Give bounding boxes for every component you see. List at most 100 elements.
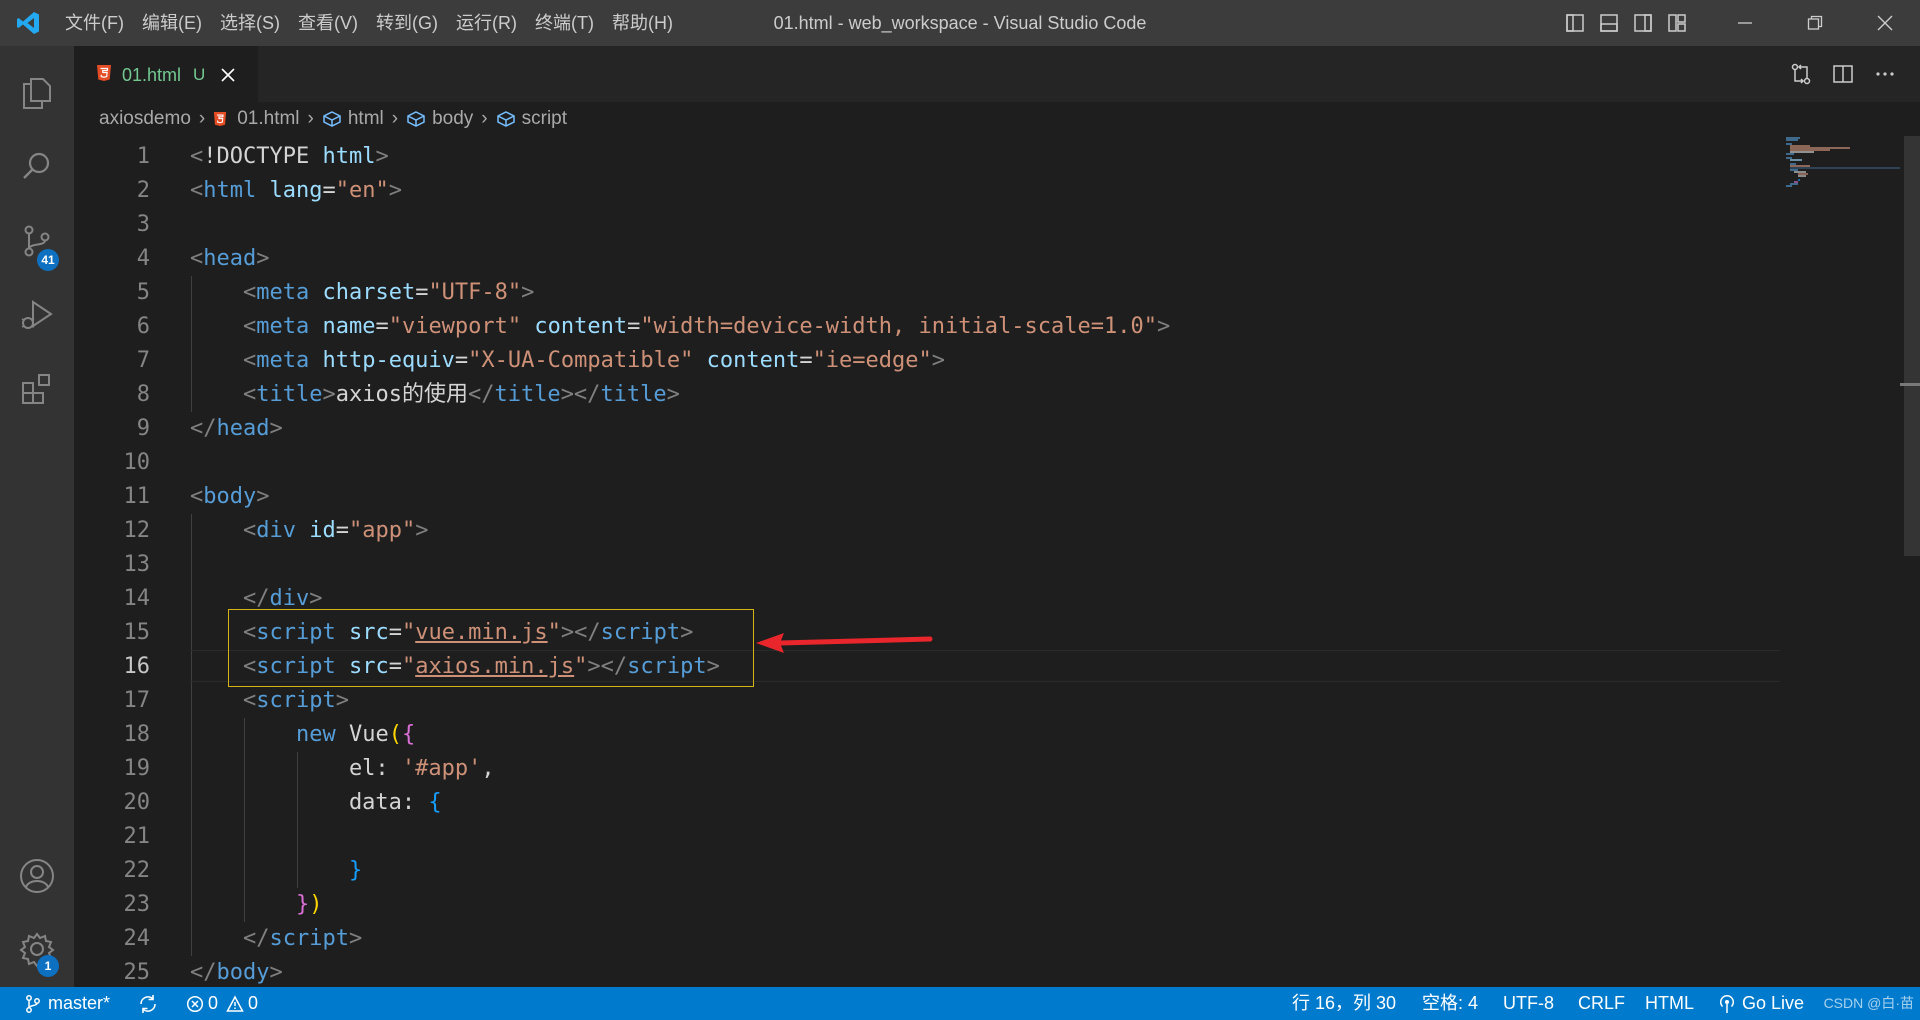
tab-label: 01.html: [122, 64, 182, 85]
status-problems[interactable]: 0 0: [186, 987, 258, 1020]
code-token: content: [706, 348, 800, 373]
go-live-label: Go Live: [1742, 993, 1805, 1013]
activity-search[interactable]: [0, 130, 74, 204]
code-text: }): [190, 888, 323, 922]
code-line[interactable]: 8 <title>axios的使用</title></title>: [74, 378, 1774, 412]
code-token: axios的使用: [335, 382, 468, 407]
code-line[interactable]: 23 }): [74, 888, 1774, 922]
code-text: <div id="app">: [190, 514, 428, 548]
line-number: 6: [136, 314, 150, 339]
code-token: >: [415, 518, 429, 543]
code-text: <meta name="viewport" content="width=dev…: [190, 310, 1170, 344]
code-line[interactable]: 13: [74, 548, 1774, 582]
toggle-primary-sidebar-button[interactable]: [1558, 0, 1592, 46]
code-editor[interactable]: 1 <!DOCTYPE html> 2 <html lang="en"> 3 4 <head…: [74, 136, 1920, 987]
toggle-secondary-sidebar-button[interactable]: [1626, 0, 1660, 46]
chevron-right-icon: ›: [307, 108, 314, 129]
status-eol[interactable]: CRLF: [1578, 987, 1625, 1020]
breadcrumb-symbol-body[interactable]: body: [406, 108, 473, 130]
activity-accounts[interactable]: [0, 839, 74, 913]
code-line[interactable]: 5 <meta charset="UTF-8">: [74, 276, 1774, 310]
activity-extensions[interactable]: [0, 352, 74, 426]
line-number: 4: [136, 246, 150, 271]
customize-layout-button[interactable]: [1660, 0, 1694, 46]
code-line[interactable]: 22 }: [74, 854, 1774, 888]
status-indentation[interactable]: 空格: 4: [1422, 987, 1478, 1020]
breadcrumb-file-label: 01.html: [237, 108, 300, 129]
code-line[interactable]: 19 el: '#app',: [74, 752, 1774, 786]
line-number: 13: [123, 552, 151, 577]
status-language[interactable]: HTML: [1645, 987, 1694, 1020]
annotation-highlight-box: [228, 609, 754, 687]
split-editor-button[interactable]: [1822, 46, 1864, 102]
menu-go[interactable]: 转到(G): [367, 0, 447, 46]
code-text: }: [190, 854, 362, 888]
code-line[interactable]: 20 data: {: [74, 786, 1774, 820]
minimap[interactable]: [1780, 136, 1900, 987]
status-branch[interactable]: master*: [24, 987, 110, 1020]
activity-explorer[interactable]: [0, 56, 74, 130]
activity-source-control[interactable]: 41: [0, 204, 74, 278]
status-cursor-position[interactable]: 行 16，列 30: [1292, 987, 1396, 1020]
code-line[interactable]: 1 <!DOCTYPE html>: [74, 140, 1774, 174]
menu-run[interactable]: 运行(R): [447, 0, 526, 46]
code-line[interactable]: 10: [74, 446, 1774, 480]
code-line[interactable]: 12 <div id="app">: [74, 514, 1774, 548]
status-sync[interactable]: [138, 987, 158, 1020]
breadcrumb-symbol-html[interactable]: html: [322, 108, 384, 130]
code-line[interactable]: 9 </head>: [74, 412, 1774, 446]
title-controls: [1558, 0, 1920, 46]
code-line[interactable]: 18 new Vue({: [74, 718, 1774, 752]
activity-manage[interactable]: 1: [0, 912, 74, 986]
breadcrumb-folder[interactable]: axiosdemo: [99, 108, 191, 130]
status-encoding[interactable]: UTF-8: [1503, 987, 1554, 1020]
minimize-button[interactable]: [1710, 0, 1780, 46]
code-line[interactable]: 24 </script>: [74, 922, 1774, 956]
code-text: <meta charset="UTF-8">: [190, 276, 534, 310]
code-line[interactable]: 11 <body>: [74, 480, 1774, 514]
code-token: >: [309, 586, 323, 611]
toggle-panel-button[interactable]: [1592, 0, 1626, 46]
warning-icon: [226, 994, 244, 1012]
code-token: meta: [256, 314, 323, 339]
code-line[interactable]: 4 <head>: [74, 242, 1774, 276]
code-token: >: [1156, 314, 1171, 339]
menu-edit[interactable]: 编辑(E): [133, 0, 211, 46]
code-token: }: [295, 892, 310, 917]
menu-terminal[interactable]: 终端(T): [526, 0, 603, 46]
tab-01-html[interactable]: 01.html U: [74, 46, 258, 103]
status-go-live[interactable]: Go Live: [1718, 987, 1804, 1020]
code-token: div: [256, 518, 310, 543]
scrollbar-thumb[interactable]: [1904, 136, 1920, 556]
menu-selection[interactable]: 选择(S): [211, 0, 289, 46]
close-window-button[interactable]: [1850, 0, 1920, 46]
menu-file[interactable]: 文件(F): [56, 0, 133, 46]
code-line[interactable]: 3: [74, 208, 1774, 242]
chevron-right-icon: ›: [391, 108, 399, 129]
line-number: 9: [136, 416, 150, 441]
breadcrumb-file[interactable]: 01.html: [213, 108, 300, 130]
tab-close-button[interactable]: [221, 63, 235, 87]
close-icon: [221, 68, 235, 82]
code-line[interactable]: 2 <html lang="en">: [74, 174, 1774, 208]
code-text: <!DOCTYPE html>: [190, 140, 389, 174]
html5-icon: [214, 112, 227, 126]
chevron-right-icon: ›: [481, 108, 488, 129]
code-text: <body>: [190, 480, 269, 514]
menu-help[interactable]: 帮助(H): [603, 0, 682, 46]
code-line[interactable]: 17 <script>: [74, 684, 1774, 718]
activity-run-debug[interactable]: [0, 278, 74, 352]
code-token: ,: [481, 756, 495, 781]
breadcrumb-symbol-script[interactable]: script: [496, 108, 567, 130]
code-line[interactable]: 21: [74, 820, 1774, 854]
menu-view[interactable]: 查看(V): [289, 0, 367, 46]
code-line[interactable]: 25 </body>: [74, 956, 1774, 987]
code-text: </script>: [190, 922, 362, 956]
open-changes-button[interactable]: [1780, 46, 1822, 102]
restore-button[interactable]: [1780, 0, 1850, 46]
code-line[interactable]: 6 <meta name="viewport" content="width=d…: [74, 310, 1774, 344]
code-line[interactable]: 7 <meta http-equiv="X-UA-Compatible" con…: [74, 344, 1774, 378]
customize-layout-icon: [1668, 14, 1686, 32]
more-actions-button[interactable]: [1864, 46, 1906, 102]
